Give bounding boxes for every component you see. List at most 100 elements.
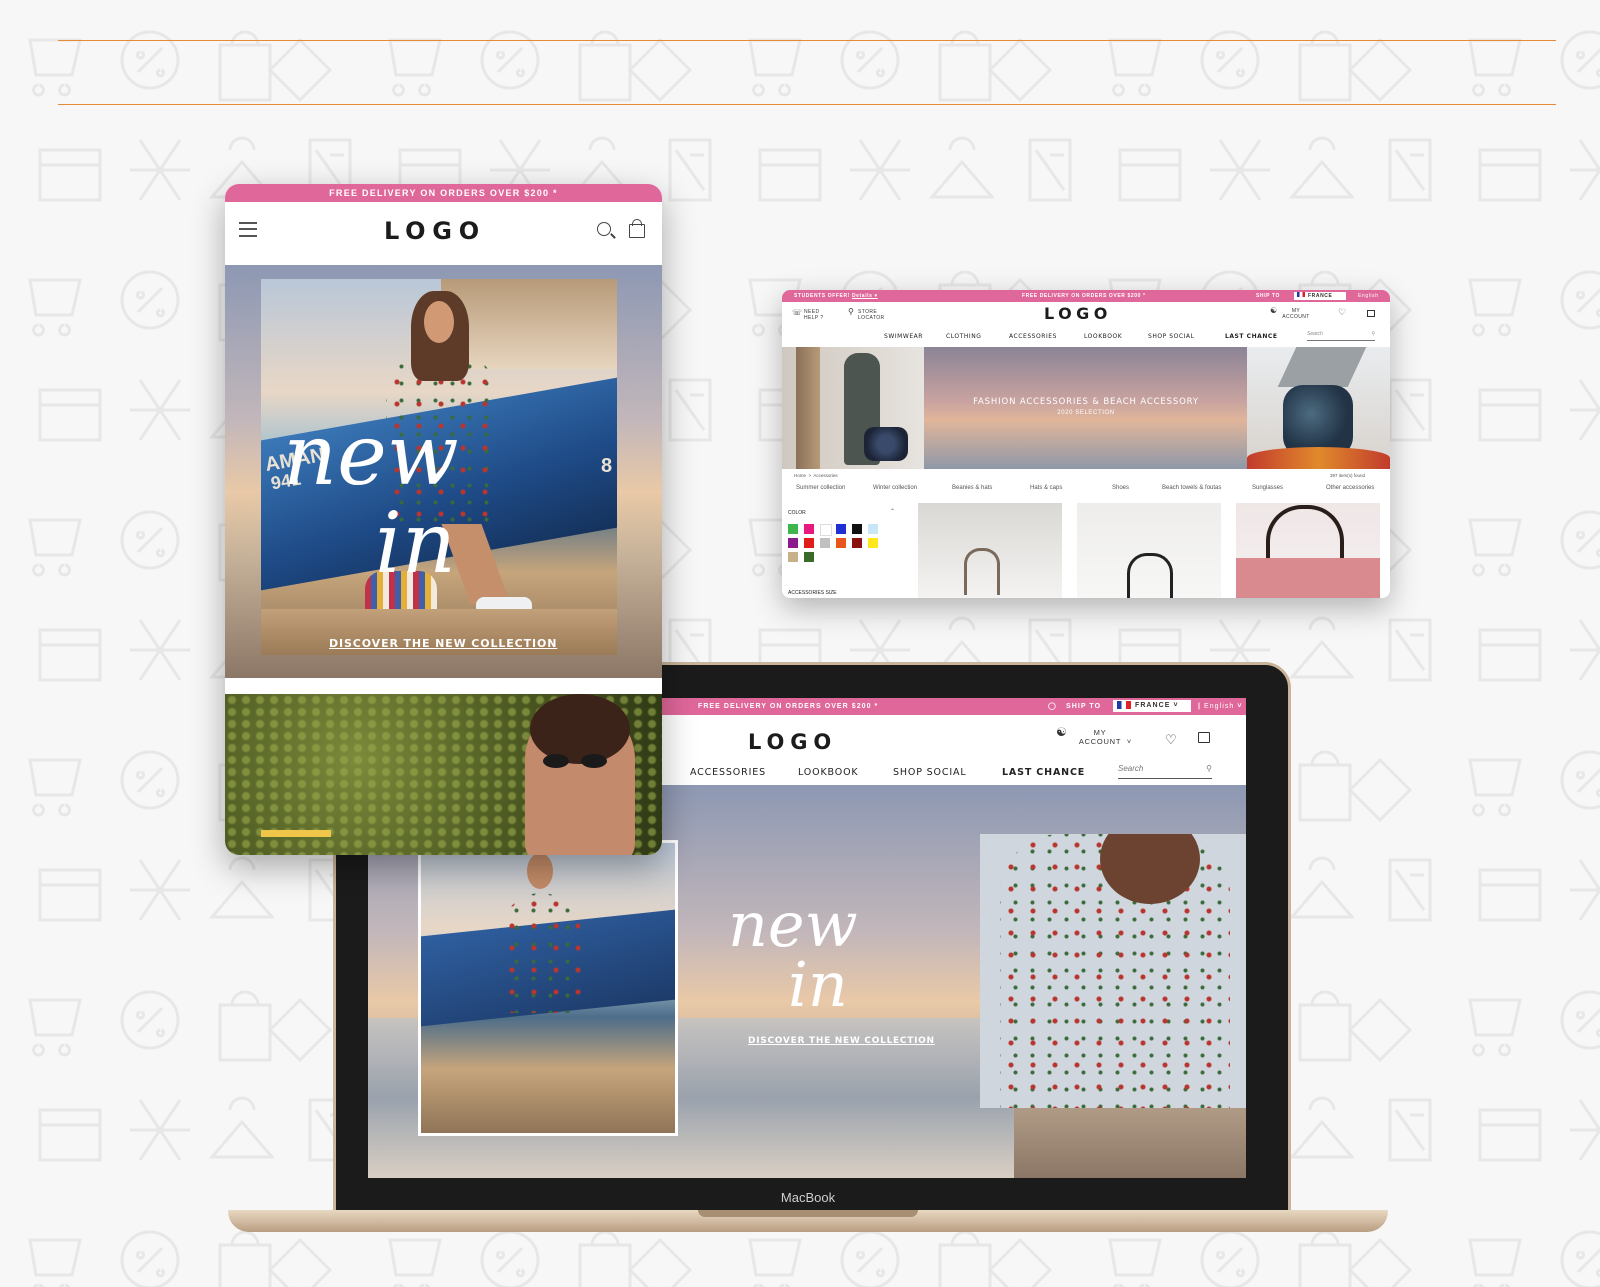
desktop-banner: FASHION ACCESSORIES & BEACH ACCESSORY 20… [782,347,1390,469]
sunglasses-icon [543,754,607,768]
desktop-student-offer-label: STUDENTS OFFER! [794,293,850,299]
laptop-language-label: English [1204,703,1235,710]
color-swatch[interactable] [852,538,862,548]
search-icon: ⚲ [1371,331,1375,337]
desktop-wishlist-icon[interactable]: ♡ [1338,307,1346,318]
desktop-nav-lookbook[interactable]: LOOKBOOK [1084,333,1122,340]
hamburger-menu-icon[interactable] [239,222,257,237]
laptop-wishlist-icon[interactable]: ♡ [1165,732,1177,748]
color-swatch[interactable] [836,524,846,534]
sunglasses-right-lens [581,754,607,768]
subcat-shoes[interactable]: Shoes [1112,485,1129,491]
desktop-country-select[interactable]: FRANCE [1294,292,1346,300]
subcat-summer[interactable]: Summer collection [796,485,845,491]
desktop-student-offer[interactable]: STUDENTS OFFER! Details ▾ [794,290,878,302]
subcat-winter[interactable]: Winter collection [873,485,917,491]
laptop-nav-lookbook[interactable]: LOOKBOOK [798,767,859,778]
color-swatch[interactable] [788,538,798,548]
desktop-nav-shop-social[interactable]: SHOP SOCIAL [1148,333,1194,340]
desktop-banner-title: FASHION ACCESSORIES & BEACH ACCESSORY [973,397,1199,407]
desktop-nav-swimwear[interactable]: SWIMWEAR [884,333,923,340]
desktop-search-placeholder: Search [1307,331,1323,337]
product-card-3[interactable] [1236,503,1380,598]
tablet-boat-text-3: 8 [601,455,613,477]
laptop-nav-last-chance[interactable]: LAST CHANCE [1002,767,1085,778]
tablet-hero-script-new: new [283,406,459,504]
leaves [1247,447,1390,469]
subcat-hats-caps[interactable]: Hats & caps [1030,485,1062,491]
color-swatch[interactable] [804,538,814,548]
breadcrumb-home[interactable]: Home [794,473,806,478]
laptop-logo[interactable]: LOGO [748,730,837,754]
color-swatch[interactable] [788,552,798,562]
tablet-promo-bar: FREE DELIVERY ON ORDERS OVER $200 * [225,184,662,202]
laptop-account[interactable]: ☯ MY ACCOUNT ˅ [1056,726,1132,746]
tablet-slider-indicator[interactable] [261,830,331,837]
user-icon: ☯ [1270,306,1278,315]
color-swatch[interactable] [820,538,830,548]
laptop-hero-photo-right [980,834,1246,1108]
laptop-base-notch [698,1210,918,1217]
laptop-search-input[interactable]: Search ⚲ [1118,764,1212,779]
tablet-cart-icon[interactable] [629,224,645,238]
user-icon: ☯ [1056,725,1068,739]
color-swatch[interactable] [852,524,862,534]
filter-size-label[interactable]: ACCESSORIES SIZE [788,590,837,596]
desktop-logo[interactable]: LOGO [1044,304,1112,323]
laptop-cart-icon[interactable] [1198,732,1210,743]
desktop-account-label: MY ACCOUNT [1282,308,1310,320]
product-2-bag-handle [1127,553,1173,598]
laptop-country-select[interactable]: FRANCE ˅ [1113,700,1191,712]
search-icon: ⚲ [1206,764,1212,773]
desktop-store-locator-label: STORE LOCATOR [858,309,885,321]
color-swatch[interactable] [868,538,878,548]
laptop-language-select[interactable]: | English ˅ [1198,698,1242,715]
color-swatch[interactable] [868,524,878,534]
phone-icon: ☏ [792,308,803,317]
laptop-hero-cta-link[interactable]: DISCOVER THE NEW COLLECTION [748,1036,935,1046]
tablet-hero-cta-link[interactable]: DISCOVER THE NEW COLLECTION [329,637,557,650]
subcat-sunglasses[interactable]: Sunglasses [1252,485,1283,491]
subcat-beanies[interactable]: Beanies & hats [952,485,992,491]
top-divider-line [58,40,1556,41]
laptop-country-label: FRANCE [1135,702,1171,709]
location-pin-icon: ⚲ [848,307,854,316]
desktop-promo-bar: STUDENTS OFFER! Details ▾ FREE DELIVERY … [782,290,1390,302]
filter-color-label[interactable]: COLOR [788,510,806,516]
desktop-cart-icon[interactable] [1367,310,1375,317]
tablet-cart-icon-handle [632,219,642,226]
laptop-nav-shop-social[interactable]: SHOP SOCIAL [893,767,967,778]
desktop-nav-accessories[interactable]: ACCESSORIES [1009,333,1057,340]
filter-collapse-icon[interactable]: ⌃ [890,508,895,515]
color-swatch[interactable] [820,524,832,536]
desktop-ship-to: SHIP TO [1256,293,1281,299]
laptop-nav-accessories[interactable]: ACCESSORIES [690,767,766,778]
desktop-banner-right-photo [1247,347,1390,469]
desktop-banner-subtitle: 2020 SELECTION [1057,410,1115,416]
color-swatch[interactable] [804,524,814,534]
product-card-1[interactable] [918,503,1062,598]
product-3-bag-body [1236,558,1380,598]
color-swatch[interactable] [804,552,814,562]
subcat-other[interactable]: Other accessories [1326,485,1374,491]
color-swatch[interactable] [836,538,846,548]
desktop-nav-last-chance[interactable]: LAST CHANCE [1225,333,1278,340]
laptop-left-face [527,853,553,889]
wooden-post [796,347,820,469]
desktop-nav-clothing[interactable]: CLOTHING [946,333,981,340]
desktop-search-input[interactable]: Search ⚲ [1307,331,1375,341]
france-flag-icon [1297,292,1305,297]
desktop-language-select[interactable]: English [1358,290,1379,302]
laptop-ship-to: SHIP TO [1066,703,1102,710]
desktop-promo-text: FREE DELIVERY ON ORDERS OVER $200 * [1022,293,1146,299]
desktop-breadcrumb[interactable]: Home > Accessories [794,473,838,478]
breadcrumb-accessories[interactable]: Accessories [813,473,837,478]
desktop-country-label: FRANCE [1308,293,1333,299]
subcat-beach-towels[interactable]: Beach towels & foutas [1162,485,1221,491]
tablet-hero-script-in: in [375,494,456,592]
tablet-logo[interactable]: LOGO [384,217,486,245]
product-card-2[interactable] [1077,503,1221,598]
laptop-promo-text: FREE DELIVERY ON ORDERS OVER $200 * [698,703,879,710]
color-swatch[interactable] [788,524,798,534]
desktop-banner-left-photo [782,347,924,469]
